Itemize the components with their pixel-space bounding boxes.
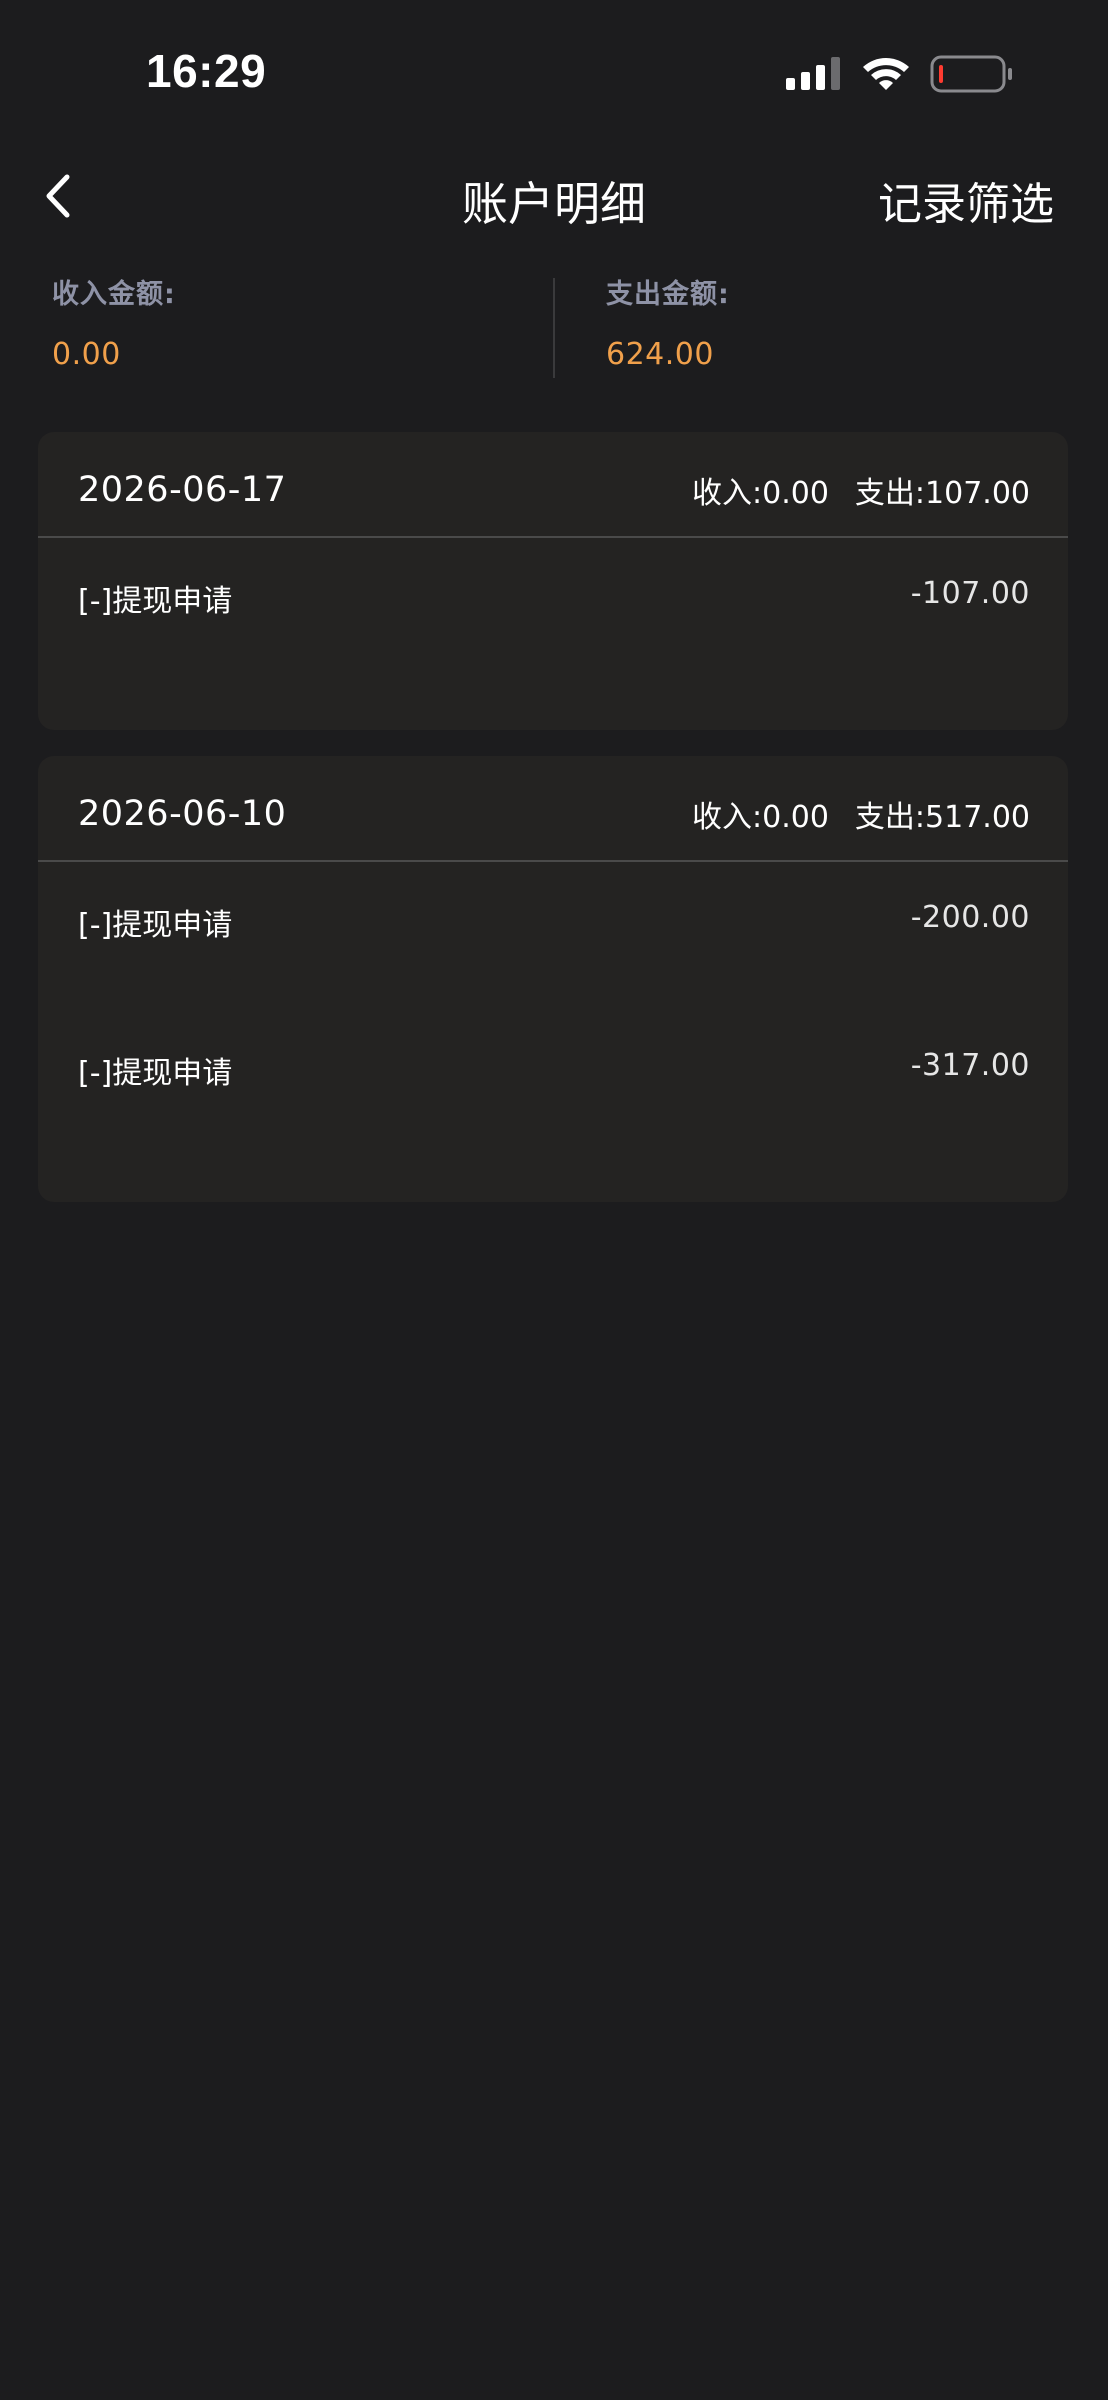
record-title: [-]提现申请 [78, 584, 233, 619]
record-title: [-]提现申请 [78, 1056, 233, 1091]
group-totals: 收入:0.00 支出:517.00 [692, 792, 1030, 836]
battery-low-icon [930, 55, 1012, 93]
record-title: [-]提现申请 [78, 908, 233, 943]
income-value: 0.00 [52, 337, 121, 372]
group-income: 收入:0.00 [692, 800, 829, 835]
expense-value: 624.00 [606, 337, 714, 372]
date-group-card: 2026-06-10 收入:0.00 支出:517.00 [-]提现申请 -200… [38, 756, 1068, 1202]
record-amount: -107.00 [910, 576, 1030, 611]
group-expense: 支出:517.00 [854, 800, 1030, 835]
record-amount: -317.00 [910, 1048, 1030, 1083]
income-summary: 收入金额: 0.00 [52, 272, 176, 372]
account-summary: 收入金额: 0.00 支出金额: 624.00 [0, 272, 1108, 382]
status-time: 16:29 [146, 45, 267, 97]
group-income: 收入:0.00 [692, 476, 829, 511]
group-date: 2026-06-10 [78, 794, 287, 834]
signal-icon [786, 57, 840, 90]
income-label: 收入金额: [52, 279, 176, 310]
expense-label: 支出金额: [606, 279, 730, 310]
date-group-header: 2026-06-17 收入:0.00 支出:107.00 [38, 432, 1068, 538]
record-row[interactable]: [-]提现申请 -200.00 [38, 862, 1068, 1010]
record-row[interactable]: [-]提现申请 -107.00 [38, 538, 1068, 686]
expense-summary: 支出金额: 624.00 [606, 272, 730, 372]
record-filter-button[interactable]: 记录筛选 [878, 168, 1054, 232]
date-group-card: 2026-06-17 收入:0.00 支出:107.00 [-]提现申请 -107… [38, 432, 1068, 730]
status-bar: 16:29 [0, 0, 1108, 150]
group-totals: 收入:0.00 支出:107.00 [692, 468, 1030, 512]
record-row[interactable]: [-]提现申请 -317.00 [38, 1010, 1068, 1158]
group-date: 2026-06-17 [78, 470, 287, 510]
nav-bar: 账户明细 记录筛选 [0, 150, 1108, 240]
date-group-header: 2026-06-10 收入:0.00 支出:517.00 [38, 756, 1068, 862]
wifi-icon [863, 58, 909, 90]
chevron-left-icon [46, 174, 70, 218]
back-button[interactable] [30, 168, 86, 224]
summary-divider [553, 278, 555, 378]
record-amount: -200.00 [910, 900, 1030, 935]
group-expense: 支出:107.00 [854, 476, 1030, 511]
